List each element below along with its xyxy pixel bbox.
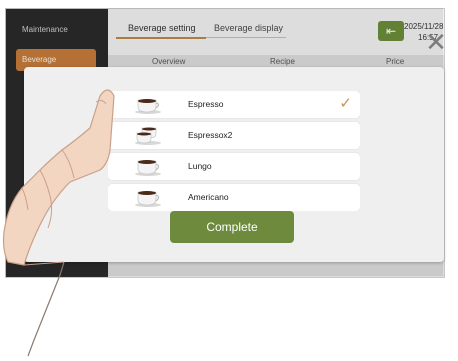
coffee-cup-icon bbox=[135, 99, 161, 114]
beverage-select-dialog: Espresso ✓ Espressox2 Lungo Americano Co… bbox=[24, 67, 444, 262]
beverage-row-americano[interactable]: Americano bbox=[108, 184, 360, 211]
beverage-list[interactable]: Espresso ✓ Espressox2 Lungo Americano bbox=[108, 91, 360, 211]
beverage-name: Espressox2 bbox=[188, 130, 233, 140]
beverage-name: Americano bbox=[188, 192, 229, 202]
complete-button[interactable]: Complete bbox=[170, 211, 294, 243]
close-icon[interactable]: ✕ bbox=[424, 29, 448, 55]
beverage-row-espressox2[interactable]: Espressox2 bbox=[108, 122, 360, 149]
coffee-cup-icon bbox=[135, 191, 161, 207]
beverage-row-lungo[interactable]: Lungo bbox=[108, 153, 360, 180]
beverage-name: Espresso bbox=[188, 99, 224, 109]
beverage-name: Lungo bbox=[188, 161, 212, 171]
checkmark-icon: ✓ bbox=[339, 95, 352, 112]
coffee-cup-icon bbox=[135, 127, 161, 145]
beverage-row-espresso[interactable]: Espresso ✓ bbox=[108, 91, 360, 118]
coffee-cup-icon bbox=[135, 160, 161, 176]
